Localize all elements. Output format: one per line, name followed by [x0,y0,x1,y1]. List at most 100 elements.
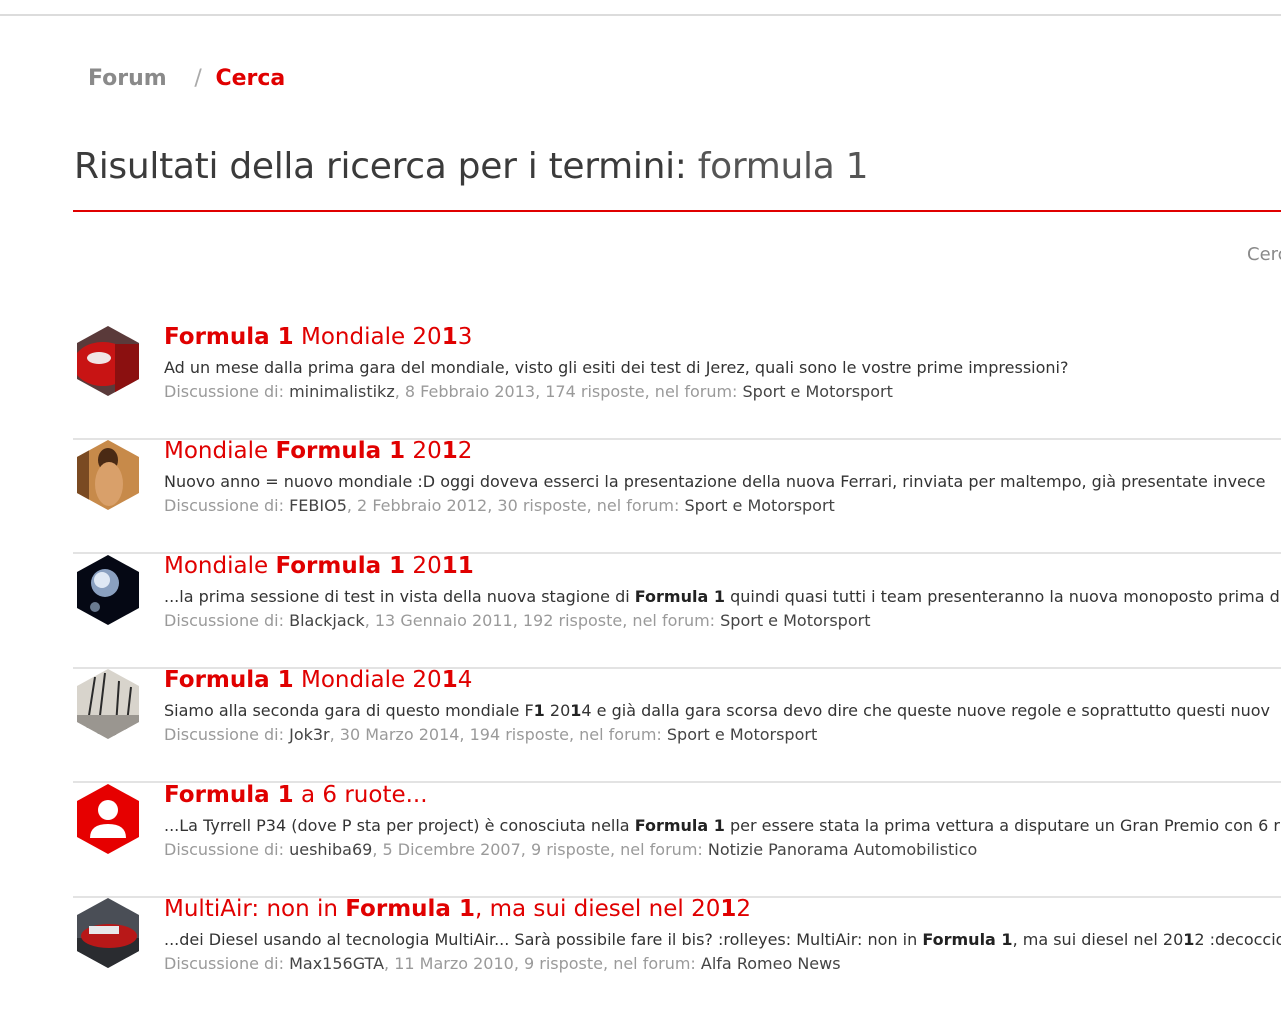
meta-forum-label: , nel forum: [586,496,685,515]
meta-label: Discussione di: [164,725,290,744]
text-segment: 2 :decoccio: [1194,930,1281,949]
result-author-link[interactable]: Blackjack [289,611,365,630]
highlighted-text: Formula 1 [634,816,725,835]
breadcrumb: Forum / Cerca [88,66,285,91]
result-item: Formula 1 Mondiale 2013 Ad un mese dalla … [73,324,1281,440]
meta-label: Discussione di: [164,496,290,515]
text-segment: 2 [457,438,473,464]
result-meta: Discussione di: minimalistikz, 8 Febbrai… [164,382,893,401]
result-snippet: Nuovo anno = nuovo mondiale :D oggi dove… [164,472,1266,491]
highlighted-text: Formula 1 [275,438,406,464]
meta-forum-label: , nel forum: [603,954,701,973]
highlighted-text: 11 [441,553,474,579]
result-snippet: ...la prima sessione di test in vista de… [164,587,1280,606]
result-details: , 11 Marzo 2010, 9 risposte [384,954,604,973]
result-item: Mondiale Formula 1 2011 ...la prima sessi… [73,553,1281,669]
text-segment: 4 e già dalla gara scorsa devo dire che … [581,701,1271,720]
dark-planet-avatar[interactable] [75,553,141,627]
text-segment: , ma sui diesel nel 20 [474,896,721,922]
page-title: Risultati della ricerca per i termini: f… [74,146,869,187]
result-title-link[interactable]: Formula 1 Mondiale 2013 [164,324,472,350]
highlighted-text: Formula 1 [164,667,294,693]
person-photo-avatar[interactable] [75,438,141,512]
meta-forum-label: , nel forum: [609,840,708,859]
meta-label: Discussione di: [164,382,290,401]
search-link[interactable]: Cerca [1247,244,1281,265]
highlighted-text: Formula 1 [634,587,725,606]
result-title-link[interactable]: MultiAir: non in Formula 1, ma sui diese… [164,896,751,922]
meta-forum-label: , nel forum: [644,382,743,401]
text-segment: ...La Tyrrell P34 (dove P sta per projec… [164,816,635,835]
result-snippet: Ad un mese dalla prima gara del mondiale… [164,358,1068,377]
result-snippet: Siamo alla seconda gara di questo mondia… [164,701,1270,720]
text-segment: MultiAir: non in [164,896,346,922]
breadcrumb-separator: / [194,66,202,91]
text-segment: 20 [405,553,442,579]
result-title-link[interactable]: Mondiale Formula 1 2012 [164,438,472,464]
text-segment: Siamo alla seconda gara di questo mondia… [164,701,534,720]
highlighted-text: Formula 1 [164,324,294,350]
result-forum-link[interactable]: Sport e Motorsport [684,496,834,515]
highlighted-text: 1 [441,324,458,350]
red-car-avatar[interactable] [75,324,141,398]
result-forum-link[interactable]: Sport e Motorsport [720,611,870,630]
result-title-link[interactable]: Formula 1 Mondiale 2014 [164,667,472,693]
highlighted-text: 1 [1183,930,1195,949]
default-user-avatar[interactable] [75,782,141,856]
race-car-avatar[interactable] [75,896,141,970]
result-author-link[interactable]: FEBIO5 [289,496,347,515]
text-segment: 20 [544,701,571,720]
result-title-link[interactable]: Mondiale Formula 1 2011 [164,553,474,579]
bw-trees-avatar[interactable] [75,667,141,741]
highlighted-text: 1 [441,667,458,693]
result-forum-link[interactable]: Notizie Panorama Automobilistico [708,840,977,859]
result-details: , 30 Marzo 2014, 194 risposte [329,725,569,744]
result-item: Formula 1 a 6 ruote... ...La Tyrrell P34 … [73,782,1281,898]
result-title-link[interactable]: Formula 1 a 6 ruote... [164,782,428,808]
result-author-link[interactable]: Jok3r [289,725,330,744]
text-segment: Mondiale 20 [293,667,442,693]
text-segment: Nuovo anno = nuovo mondiale :D oggi dove… [164,472,1266,491]
result-forum-link[interactable]: Alfa Romeo News [701,954,841,973]
text-segment: a 6 ruote... [293,782,428,808]
text-segment: quindi quasi tutti i team presenteranno … [724,587,1280,606]
page-title-prefix: Risultati della ricerca per i termini: [74,146,698,187]
text-segment: Mondiale [164,438,276,464]
search-term: formula 1 [697,146,869,187]
highlighted-text: Formula 1 [275,553,406,579]
result-meta: Discussione di: ueshiba69, 5 Dicembre 20… [164,840,977,859]
highlighted-text: Formula 1 [922,930,1013,949]
text-segment: ...la prima sessione di test in vista de… [164,587,635,606]
top-divider [0,14,1281,16]
breadcrumb-forum-link[interactable]: Forum [88,66,167,91]
text-segment: , ma sui diesel nel 20 [1012,930,1184,949]
text-segment: 2 [736,896,751,922]
result-item: Formula 1 Mondiale 2014 Siamo alla second… [73,667,1281,783]
result-forum-link[interactable]: Sport e Motorsport [743,382,893,401]
meta-forum-label: , nel forum: [622,611,721,630]
result-item: Mondiale Formula 1 2012 Nuovo anno = nuov… [73,438,1281,554]
result-item: MultiAir: non in Formula 1, ma sui diese… [73,896,1281,1010]
result-author-link[interactable]: Max156GTA [289,954,384,973]
text-segment: Mondiale [164,553,276,579]
title-underline [73,210,1281,212]
meta-label: Discussione di: [164,840,290,859]
highlighted-text: Formula 1 [164,782,294,808]
highlighted-text: 1 [570,701,582,720]
result-meta: Discussione di: Max156GTA, 11 Marzo 2010… [164,954,841,973]
highlighted-text: 1 [533,701,545,720]
highlighted-text: Formula 1 [345,896,475,922]
text-segment: per essere stata la prima vettura a disp… [724,816,1280,835]
result-details: , 5 Dicembre 2007, 9 risposte [372,840,610,859]
result-meta: Discussione di: Jok3r, 30 Marzo 2014, 19… [164,725,817,744]
result-author-link[interactable]: ueshiba69 [289,840,372,859]
text-segment: Mondiale 20 [293,324,442,350]
text-segment: Ad un mese dalla prima gara del mondiale… [164,358,1069,377]
result-meta: Discussione di: Blackjack, 13 Gennaio 20… [164,611,870,630]
text-segment: 20 [405,438,442,464]
result-author-link[interactable]: minimalistikz [289,382,395,401]
text-segment: 4 [457,667,473,693]
result-forum-link[interactable]: Sport e Motorsport [667,725,817,744]
meta-forum-label: , nel forum: [568,725,667,744]
result-snippet: ...La Tyrrell P34 (dove P sta per projec… [164,816,1280,835]
